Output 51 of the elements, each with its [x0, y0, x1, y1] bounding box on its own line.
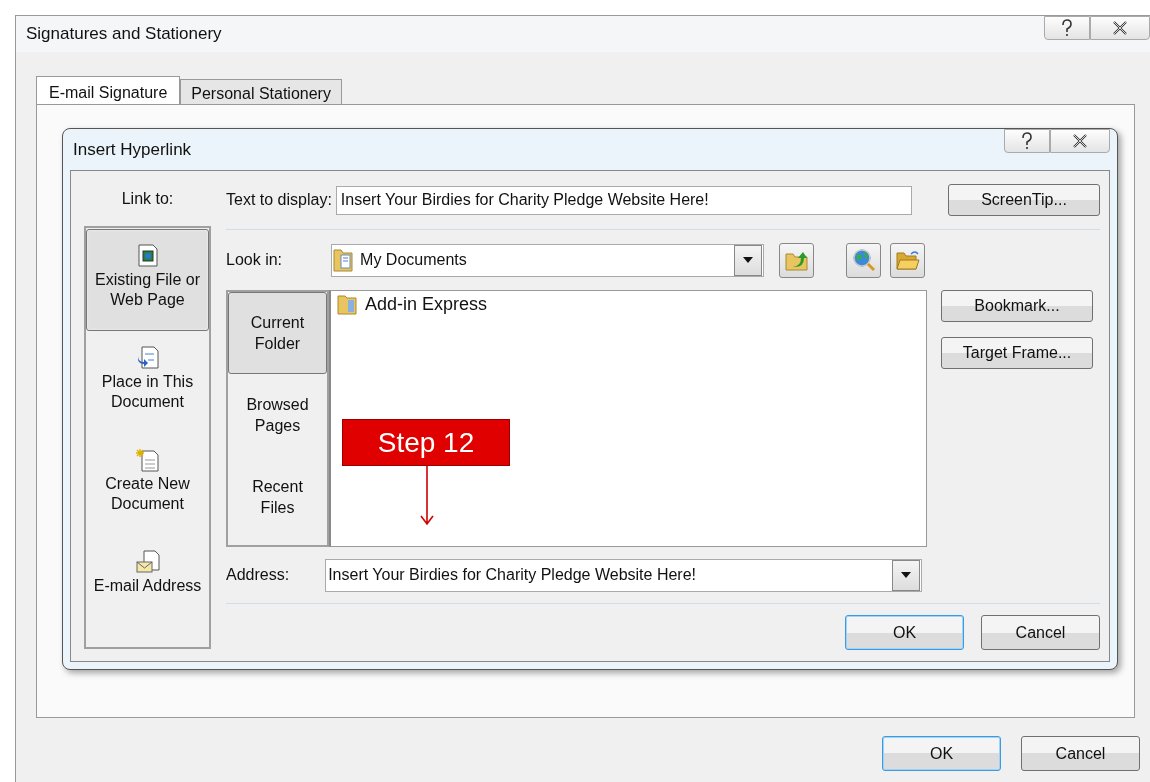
- dialog-title: Insert Hyperlink: [73, 139, 193, 160]
- side-button[interactable]: Bookmark...: [941, 290, 1093, 322]
- document-arrow-icon: [135, 346, 160, 370]
- help-button[interactable]: [1004, 129, 1050, 153]
- envelope-document-icon: [135, 550, 160, 574]
- folder-tab[interactable]: Current Folder: [228, 292, 327, 374]
- up-folder-button[interactable]: [779, 242, 815, 278]
- ok-button[interactable]: OK: [882, 736, 1001, 771]
- help-icon: [1020, 132, 1034, 150]
- down-arrow: [420, 466, 434, 526]
- link-to-option[interactable]: Place in This Document: [86, 331, 209, 433]
- existing-file-icon: [135, 244, 160, 268]
- field-label: Text to display:: [226, 191, 332, 209]
- caret-icon: [743, 257, 754, 263]
- link-to-label: Link to:: [121, 189, 174, 208]
- cancel-button[interactable]: Cancel: [1021, 736, 1140, 771]
- close-icon: [1072, 134, 1088, 148]
- help-button[interactable]: [1044, 16, 1090, 40]
- screentip-button[interactable]: ScreenTip...: [948, 184, 1100, 216]
- caret-icon: [901, 572, 912, 578]
- new-document-icon: [135, 448, 160, 472]
- text-field[interactable]: Insert Your Birdies for Charity Pledge Website Here!: [335, 185, 912, 215]
- look-in-dropdown[interactable]: My Documents: [331, 243, 765, 277]
- browse-file-button[interactable]: [890, 242, 926, 278]
- globe-magnifier-icon: [851, 248, 876, 272]
- link-to-option[interactable]: Create New Document: [86, 433, 209, 535]
- address-dropdown[interactable]: Insert Your Birdies for Charity Pledge Website Here!: [325, 558, 923, 592]
- window-title: Signatures and Stationery: [26, 24, 223, 44]
- help-icon: [1060, 19, 1074, 37]
- close-button[interactable]: [1090, 16, 1150, 40]
- ok-button[interactable]: OK: [845, 615, 964, 650]
- field-label: Look in:: [226, 251, 283, 269]
- dropdown-value: My Documents: [359, 251, 468, 269]
- tab[interactable]: Personal Stationery: [180, 79, 342, 104]
- folder-tab[interactable]: Recent Files: [228, 456, 327, 538]
- open-folder-icon: [895, 249, 920, 271]
- dropdown-value: Insert Your Birdies for Charity Pledge Website Here!: [327, 566, 698, 584]
- link-to-option[interactable]: Existing File or Web Page: [86, 229, 209, 331]
- tab[interactable]: E-mail Signature: [36, 76, 181, 104]
- folder-icon: [337, 293, 357, 315]
- close-icon: [1112, 21, 1128, 35]
- browse-web-button[interactable]: [846, 242, 882, 278]
- link-to-option[interactable]: E-mail Address: [86, 535, 209, 637]
- folder-icon: [332, 247, 355, 273]
- file-item[interactable]: Add-in Express: [365, 293, 488, 315]
- step-callout: Step 12: [342, 419, 510, 466]
- folder-tab[interactable]: Browsed Pages: [228, 374, 327, 456]
- side-button[interactable]: Target Frame...: [941, 337, 1093, 369]
- field-label: Address:: [226, 566, 290, 584]
- cancel-button[interactable]: Cancel: [981, 615, 1100, 650]
- close-button[interactable]: [1050, 129, 1110, 153]
